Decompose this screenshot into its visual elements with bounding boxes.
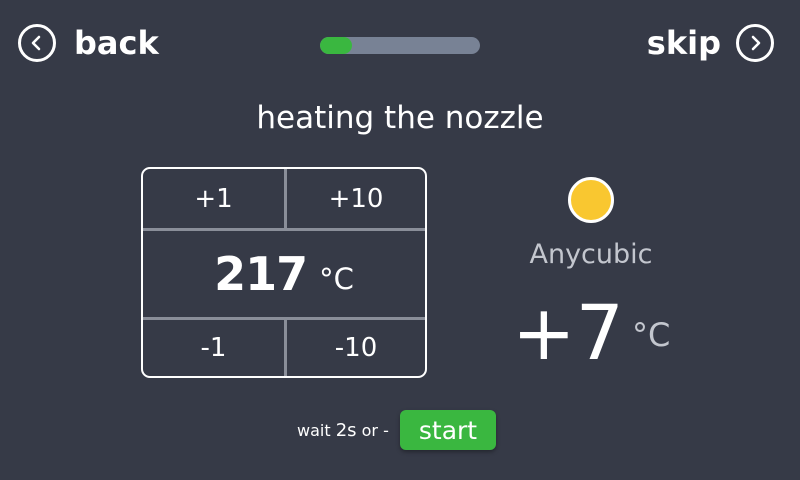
increase-10-button[interactable]: +10 bbox=[287, 169, 425, 228]
back-button[interactable]: back bbox=[18, 22, 159, 64]
wait-prefix: wait bbox=[297, 421, 336, 440]
decrease-10-button[interactable]: -10 bbox=[287, 320, 425, 376]
filament-brand: Anycubic bbox=[529, 239, 653, 270]
skip-button[interactable]: skip bbox=[647, 22, 774, 64]
decrease-1-button[interactable]: -1 bbox=[143, 320, 284, 376]
temperature-unit: °C bbox=[319, 262, 354, 296]
progress-bar bbox=[320, 37, 480, 54]
wait-seconds: 2s bbox=[335, 420, 357, 441]
progress-fill bbox=[320, 37, 352, 54]
temperature-control: +1 +10 217 °C -1 -10 bbox=[141, 167, 427, 378]
temperature-display: 217 °C bbox=[143, 231, 425, 317]
increase-1-button[interactable]: +1 bbox=[143, 169, 284, 228]
skip-label: skip bbox=[646, 24, 721, 62]
offset-unit: °C bbox=[632, 316, 671, 354]
temperature-value: 217 bbox=[214, 247, 308, 301]
start-button[interactable]: start bbox=[400, 410, 496, 450]
wait-countdown: wait 2s or - bbox=[297, 420, 389, 442]
temperature-offset: +7 bbox=[512, 288, 625, 377]
chevron-left-icon bbox=[18, 24, 56, 62]
page-title: heating the nozzle bbox=[256, 100, 544, 136]
status-indicator-icon bbox=[568, 177, 614, 223]
back-label: back bbox=[74, 24, 159, 62]
chevron-right-icon bbox=[736, 24, 774, 62]
wait-suffix: or - bbox=[356, 421, 389, 440]
